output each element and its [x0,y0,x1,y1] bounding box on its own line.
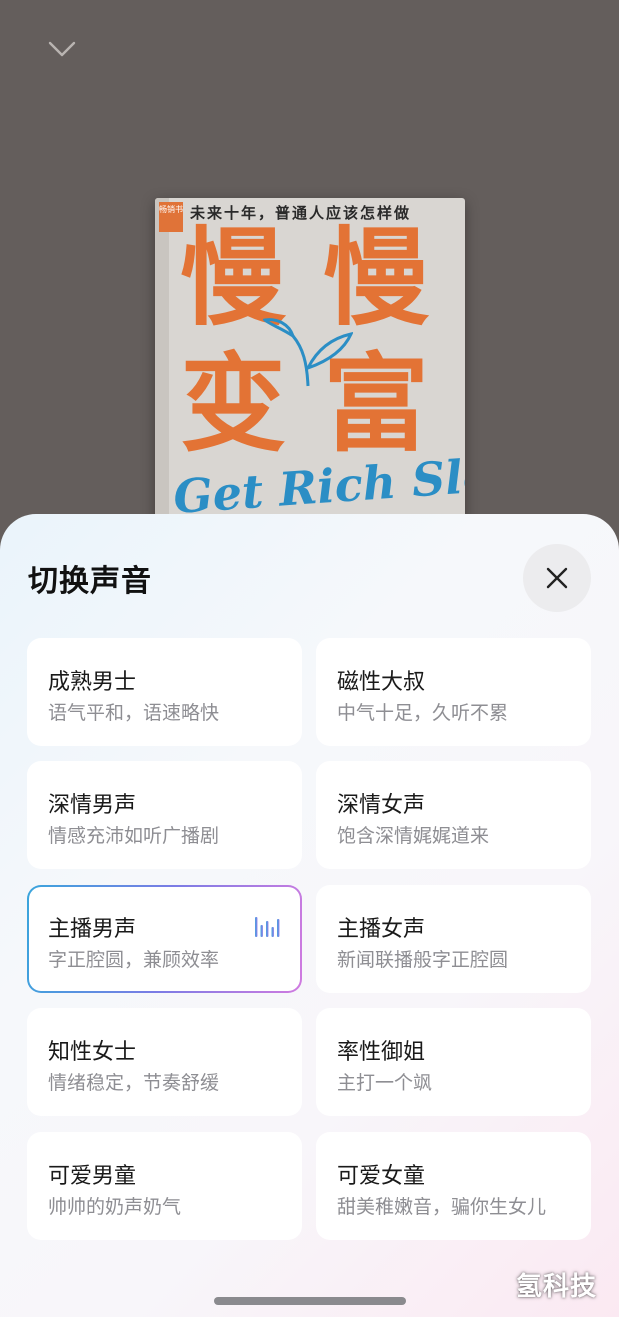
voice-description: 新闻联播般字正腔圆 [337,949,509,971]
voice-card[interactable]: 磁性大叔 中气十足，久听不累 [316,638,591,746]
voice-card[interactable]: 主播女声 新闻联播般字正腔圆 [316,885,591,993]
voice-description: 帅帅的奶声奶气 [48,1196,182,1218]
voice-description: 情感充沛如听广播剧 [48,825,220,847]
voice-card[interactable]: 成熟男士 语气平和，语速略快 [27,638,302,746]
sheet-title: 切换声音 [28,564,152,599]
voice-description: 甜美稚嫩音，骗你生女儿 [337,1196,547,1218]
voice-name: 可爱男童 [48,1164,137,1189]
voice-name: 知性女士 [48,1040,137,1065]
voice-description: 饱含深情娓娓道来 [337,825,490,847]
voice-description: 语气平和，语速略快 [48,702,220,724]
voice-name: 深情男声 [48,793,137,818]
audio-bars-icon [255,917,280,937]
watermark: 氢科技 [516,1272,598,1302]
voice-name: 率性御姐 [337,1040,426,1065]
voice-name: 成熟男士 [48,670,137,695]
voice-name: 深情女声 [337,793,426,818]
voice-description: 字正腔圆，兼顾效率 [48,949,220,971]
voice-name: 主播女声 [337,917,426,942]
close-button[interactable] [523,544,591,612]
collapse-chevron-down-icon[interactable] [44,34,80,64]
voice-card[interactable]: 知性女士 情绪稳定，节奏舒缓 [27,1008,302,1116]
book-cover: 畅销书 未来十年，普通人应该怎样做 慢 慢 变 富 Get Rich Slowl… [155,198,465,528]
voice-description: 中气十足，久听不累 [337,702,509,724]
voice-card[interactable]: 深情男声 情感充沛如听广播剧 [27,761,302,869]
voice-description: 情绪稳定，节奏舒缓 [48,1072,220,1094]
book-spine [155,198,169,528]
close-icon [546,567,568,589]
voice-card[interactable]: 可爱女童 甜美稚嫩音，骗你生女儿 [316,1132,591,1240]
voice-card-selected[interactable]: 主播男声 字正腔圆，兼顾效率 [27,885,302,993]
home-indicator[interactable] [214,1297,406,1305]
voice-description: 主打一个飒 [337,1072,433,1094]
switch-voice-sheet: 切换声音 成熟男士 语气平和，语速略快 磁性大叔 中气十足，久听不累 深情男声 … [0,514,619,1317]
voice-name: 磁性大叔 [337,670,426,695]
leaf-logo-icon [263,318,353,387]
voice-card[interactable]: 可爱男童 帅帅的奶声奶气 [27,1132,302,1240]
voice-card[interactable]: 率性御姐 主打一个飒 [316,1008,591,1116]
voice-card[interactable]: 深情女声 饱含深情娓娓道来 [316,761,591,869]
voice-name: 主播男声 [48,917,137,942]
voice-name: 可爱女童 [337,1164,426,1189]
